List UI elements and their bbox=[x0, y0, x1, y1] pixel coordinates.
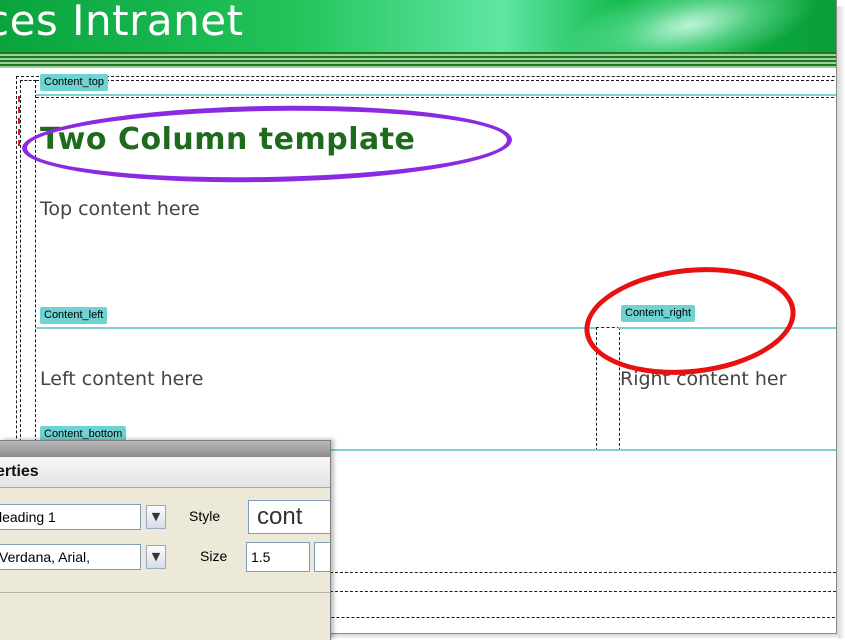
format-select[interactable]: leading 1 bbox=[0, 504, 141, 530]
content-right-divider bbox=[618, 327, 836, 329]
font-dropdown-button[interactable]: ▼ bbox=[146, 545, 166, 569]
panel-header: erties bbox=[0, 457, 330, 488]
panel-title: erties bbox=[0, 463, 39, 480]
properties-panel: erties leading 1 ▼ Style cont Verdana, A… bbox=[0, 440, 331, 640]
banner-swoosh-graphic bbox=[553, 0, 827, 52]
font-select-value: Verdana, Arial, bbox=[0, 549, 91, 565]
content-left-divider bbox=[36, 327, 596, 329]
content-left-tag[interactable]: Content_left bbox=[40, 307, 108, 324]
content-top-divider bbox=[36, 94, 836, 96]
chevron-down-icon: ▼ bbox=[151, 550, 161, 563]
size-label: Size bbox=[200, 548, 228, 564]
font-select[interactable]: Verdana, Arial, bbox=[0, 544, 141, 570]
style-input[interactable]: cont bbox=[248, 500, 330, 534]
page-heading: Two Column template bbox=[40, 122, 416, 157]
site-banner: ces Intranet bbox=[0, 0, 836, 52]
panel-titlebar[interactable] bbox=[0, 441, 330, 457]
content-top-tag[interactable]: Content_top bbox=[40, 74, 108, 91]
footer-region-outline bbox=[330, 572, 836, 592]
size-unit-select[interactable] bbox=[314, 542, 330, 572]
chevron-down-icon: ▼ bbox=[151, 510, 161, 523]
banner-stripes bbox=[0, 52, 836, 68]
left-content-text: Left content here bbox=[40, 368, 204, 390]
style-input-value: cont bbox=[257, 503, 303, 530]
red-marker bbox=[18, 96, 23, 146]
size-input-value: 1.5 bbox=[251, 549, 271, 565]
content-right-tag[interactable]: Content_right bbox=[621, 305, 696, 322]
right-content-text: Right content her bbox=[620, 368, 787, 390]
canvas-shadow bbox=[837, 6, 845, 639]
panel-body: leading 1 ▼ Style cont Verdana, Arial, ▼… bbox=[0, 488, 330, 640]
column-gutter-outline bbox=[596, 327, 620, 451]
style-label: Style bbox=[189, 508, 221, 524]
panel-divider bbox=[0, 592, 330, 593]
banner-title: ces Intranet bbox=[0, 0, 244, 45]
format-dropdown-button[interactable]: ▼ bbox=[146, 505, 166, 529]
format-select-value: leading 1 bbox=[0, 509, 56, 525]
top-content-text: Top content here bbox=[40, 198, 200, 220]
size-input[interactable]: 1.5 bbox=[246, 542, 310, 572]
